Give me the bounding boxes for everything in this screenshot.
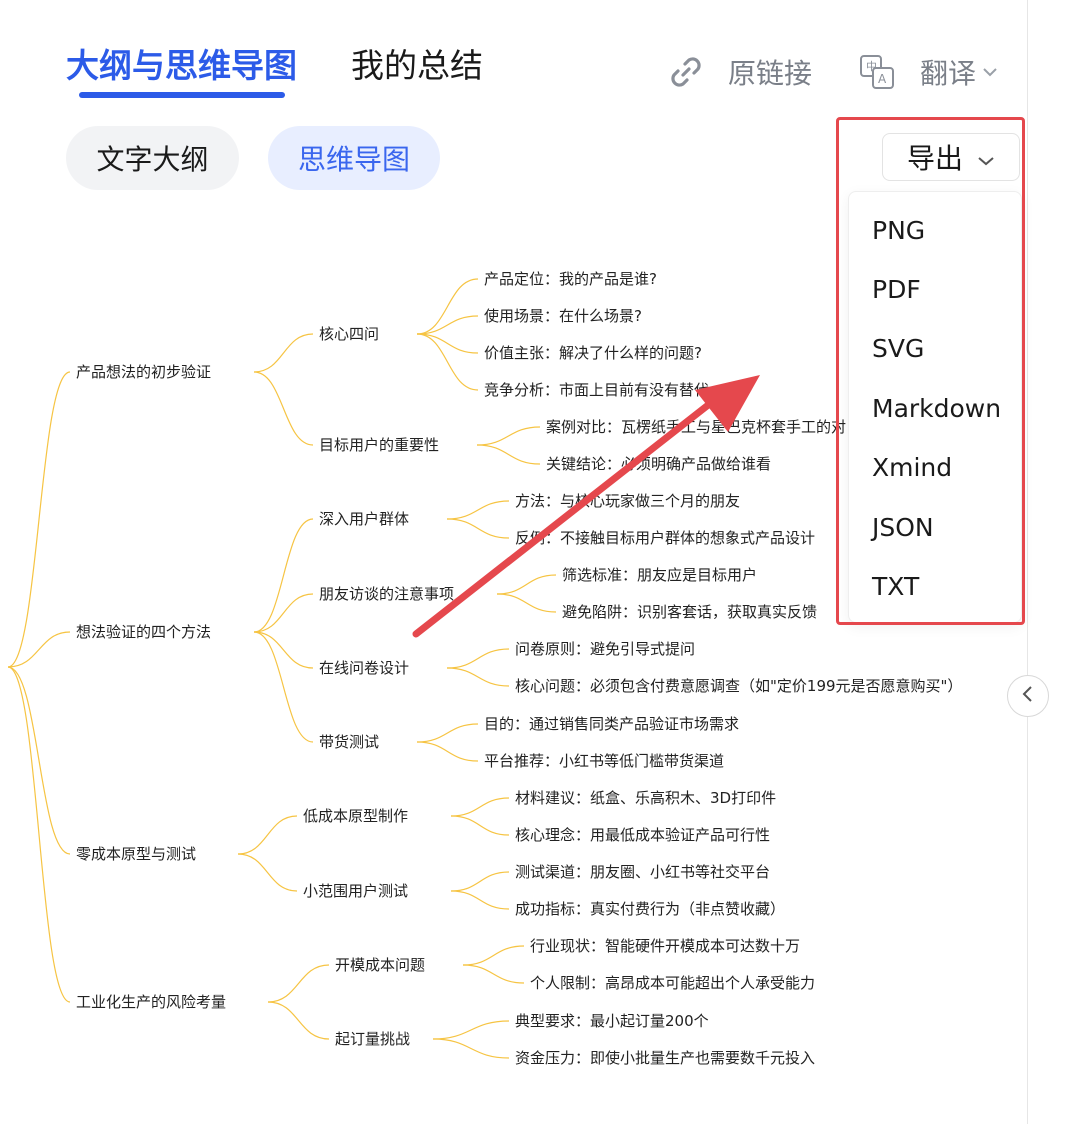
mindmap-subtopic-node[interactable]: 开模成本问题 <box>335 955 426 975</box>
mindmap-leaf-node[interactable]: 关键结论：必须明确产品做给谁看 <box>546 454 771 474</box>
mindmap-leaf-node[interactable]: 反例：不接触目标用户群体的想象式产品设计 <box>515 528 815 548</box>
mindmap-leaf-node[interactable]: 产品定位：我的产品是谁? <box>484 269 657 289</box>
translate-icon: 中 A <box>858 53 896 91</box>
mindmap-leaf-node[interactable]: 价值主张：解决了什么样的问题? <box>484 343 702 363</box>
mindmap-leaf-node[interactable]: 竞争分析：市面上目前有没有替代 <box>484 380 709 400</box>
mindmap-leaf-node[interactable]: 使用场景：在什么场景? <box>484 306 642 326</box>
export-option-json[interactable]: JSON <box>872 513 934 542</box>
mindmap-subtopic-node[interactable]: 小范围用户测试 <box>303 881 409 901</box>
chevron-down-icon <box>977 141 995 174</box>
mindmap-subtopic-node[interactable]: 核心四问 <box>319 324 380 344</box>
mindmap-branch-node[interactable]: 想法验证的四个方法 <box>76 622 212 642</box>
chevron-down-icon <box>982 66 998 78</box>
export-option-txt[interactable]: TXT <box>872 572 919 601</box>
source-link-label: 原链接 <box>728 57 813 90</box>
export-button[interactable]: 导出 <box>882 133 1020 181</box>
mindmap-leaf-node[interactable]: 筛选标准：朋友应是目标用户 <box>562 565 757 585</box>
mindmap-leaf-node[interactable]: 平台推荐：小红书等低门槛带货渠道 <box>484 751 724 771</box>
source-link-button[interactable]: 原链接 <box>666 52 812 92</box>
link-icon <box>666 52 706 92</box>
mindmap-subtopic-node[interactable]: 朋友访谈的注意事项 <box>319 584 455 604</box>
mindmap-branch-node[interactable]: 产品想法的初步验证 <box>76 362 212 382</box>
tab-outline-mindmap[interactable]: 大纲与思维导图 <box>66 46 297 86</box>
mindmap-leaf-node[interactable]: 案例对比：瓦楞纸手工与星巴克杯套手工的对 <box>546 417 846 437</box>
mindmap-branch-node[interactable]: 零成本原型与测试 <box>76 844 197 864</box>
export-option-markdown[interactable]: Markdown <box>872 394 1001 423</box>
chevron-left-icon <box>1021 684 1035 708</box>
mindmap-leaf-node[interactable]: 核心理念：用最低成本验证产品可行性 <box>515 825 770 845</box>
tab-my-summary[interactable]: 我的总结 <box>351 46 483 86</box>
subtab-mind-map[interactable]: 思维导图 <box>268 126 440 190</box>
translate-button[interactable]: 中 A 翻译 <box>858 52 998 92</box>
mindmap-leaf-node[interactable]: 典型要求：最小起订量200个 <box>515 1011 709 1031</box>
export-option-png[interactable]: PNG <box>872 216 925 245</box>
mindmap-leaf-node[interactable]: 方法：与核心玩家做三个月的朋友 <box>515 491 740 511</box>
mindmap-branch-node[interactable]: 工业化生产的风险考量 <box>76 992 227 1012</box>
mindmap-leaf-node[interactable]: 个人限制：高昂成本可能超出个人承受能力 <box>530 973 815 993</box>
collapse-panel-button[interactable] <box>1007 675 1049 717</box>
panel-divider <box>1027 0 1028 1124</box>
svg-text:A: A <box>878 72 887 86</box>
mindmap-leaf-node[interactable]: 目的：通过销售同类产品验证市场需求 <box>484 714 739 734</box>
mindmap-subtopic-node[interactable]: 深入用户群体 <box>319 509 410 529</box>
mindmap-leaf-node[interactable]: 材料建议：纸盒、乐高积木、3D打印件 <box>515 788 776 808</box>
export-option-pdf[interactable]: PDF <box>872 275 921 304</box>
mindmap-subtopic-node[interactable]: 带货测试 <box>319 732 380 752</box>
subtab-text-outline[interactable]: 文字大纲 <box>66 126 239 190</box>
mindmap-subtopic-node[interactable]: 目标用户的重要性 <box>319 435 440 455</box>
mindmap-leaf-node[interactable]: 核心问题：必须包含付费意愿调查（如"定价199元是否愿意购买"） <box>515 676 962 696</box>
mindmap-leaf-node[interactable]: 测试渠道：朋友圈、小红书等社交平台 <box>515 862 770 882</box>
mindmap-leaf-node[interactable]: 成功指标：真实付费行为（非点赞收藏） <box>515 899 785 919</box>
export-dropdown-menu: PNG PDF SVG Markdown Xmind JSON TXT <box>848 191 1022 623</box>
export-option-xmind[interactable]: Xmind <box>872 453 952 482</box>
mindmap-leaf-node[interactable]: 资金压力：即使小批量生产也需要数千元投入 <box>515 1048 815 1068</box>
mindmap-subtopic-node[interactable]: 低成本原型制作 <box>303 806 409 826</box>
mindmap-subtopic-node[interactable]: 起订量挑战 <box>335 1029 411 1049</box>
mindmap-leaf-node[interactable]: 行业现状：智能硬件开模成本可达数十万 <box>530 936 800 956</box>
export-option-svg[interactable]: SVG <box>872 334 924 363</box>
mindmap-leaf-node[interactable]: 问卷原则：避免引导式提问 <box>515 639 695 659</box>
export-label: 导出 <box>906 142 963 175</box>
mindmap-subtopic-node[interactable]: 在线问卷设计 <box>319 658 410 678</box>
mindmap-leaf-node[interactable]: 避免陷阱：识别客套话，获取真实反馈 <box>562 602 817 622</box>
active-tab-indicator <box>79 92 285 98</box>
translate-label: 翻译 <box>920 57 977 90</box>
